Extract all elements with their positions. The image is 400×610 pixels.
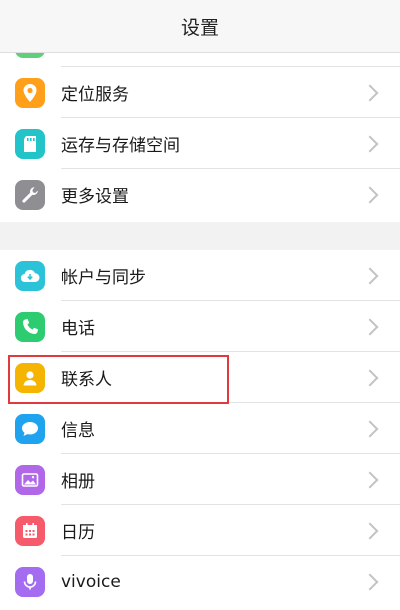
chevron-right-icon — [361, 135, 379, 152]
settings-item-label: 联系人 — [61, 370, 112, 390]
settings-item-more[interactable]: 更多设置 — [0, 169, 400, 220]
settings-group-apps: 帐户与同步 电话 联系人 信息 相册 日历 vivoice — [0, 250, 400, 610]
cloud-icon — [15, 260, 45, 291]
settings-item-label: vivoice — [61, 571, 121, 592]
chevron-right-icon — [361, 471, 379, 488]
settings-item-messages[interactable]: 信息 — [0, 403, 400, 454]
mic-icon — [15, 566, 45, 597]
settings-item-calendar[interactable]: 日历 — [0, 505, 400, 556]
settings-item-accounts[interactable]: 帐户与同步 — [0, 250, 400, 301]
settings-item-label: 日历 — [61, 523, 95, 543]
settings-item-location[interactable]: 定位服务 — [0, 67, 400, 118]
settings-item-label: 定位服务 — [61, 85, 129, 105]
chevron-right-icon — [361, 369, 379, 386]
contact-icon — [15, 362, 45, 393]
location-icon — [15, 77, 45, 108]
settings-item-label: 相册 — [61, 472, 95, 492]
chevron-right-icon — [361, 522, 379, 539]
chevron-right-icon — [361, 84, 379, 101]
page-title: 设置 — [180, 16, 219, 39]
settings-item-storage[interactable]: 运存与存储空间 — [0, 118, 400, 169]
chevron-right-icon — [361, 186, 379, 203]
settings-item-label: 运存与存储空间 — [61, 136, 180, 156]
settings-item-label: 电话 — [61, 319, 95, 339]
settings-item-label: 帐户与同步 — [61, 268, 146, 288]
settings-group-system: 定位服务 运存与存储空间 更多设置 — [0, 27, 400, 222]
settings-item-gallery[interactable]: 相册 — [0, 454, 400, 505]
gallery-icon — [15, 464, 45, 495]
chevron-right-icon — [361, 267, 379, 284]
header-bar: 设置 — [0, 0, 400, 53]
message-icon — [15, 413, 45, 444]
chevron-right-icon — [361, 318, 379, 335]
settings-item-vivoice[interactable]: vivoice — [0, 556, 400, 607]
storage-icon — [15, 128, 45, 159]
phone-icon — [15, 311, 45, 342]
settings-item-label: 信息 — [61, 421, 95, 441]
settings-item-phone[interactable]: 电话 — [0, 301, 400, 352]
settings-item-label: 更多设置 — [61, 187, 129, 207]
wrench-icon — [15, 179, 45, 210]
calendar-icon — [15, 515, 45, 546]
chevron-right-icon — [361, 573, 379, 590]
settings-item-contacts[interactable]: 联系人 — [0, 352, 400, 403]
chevron-right-icon — [361, 420, 379, 437]
